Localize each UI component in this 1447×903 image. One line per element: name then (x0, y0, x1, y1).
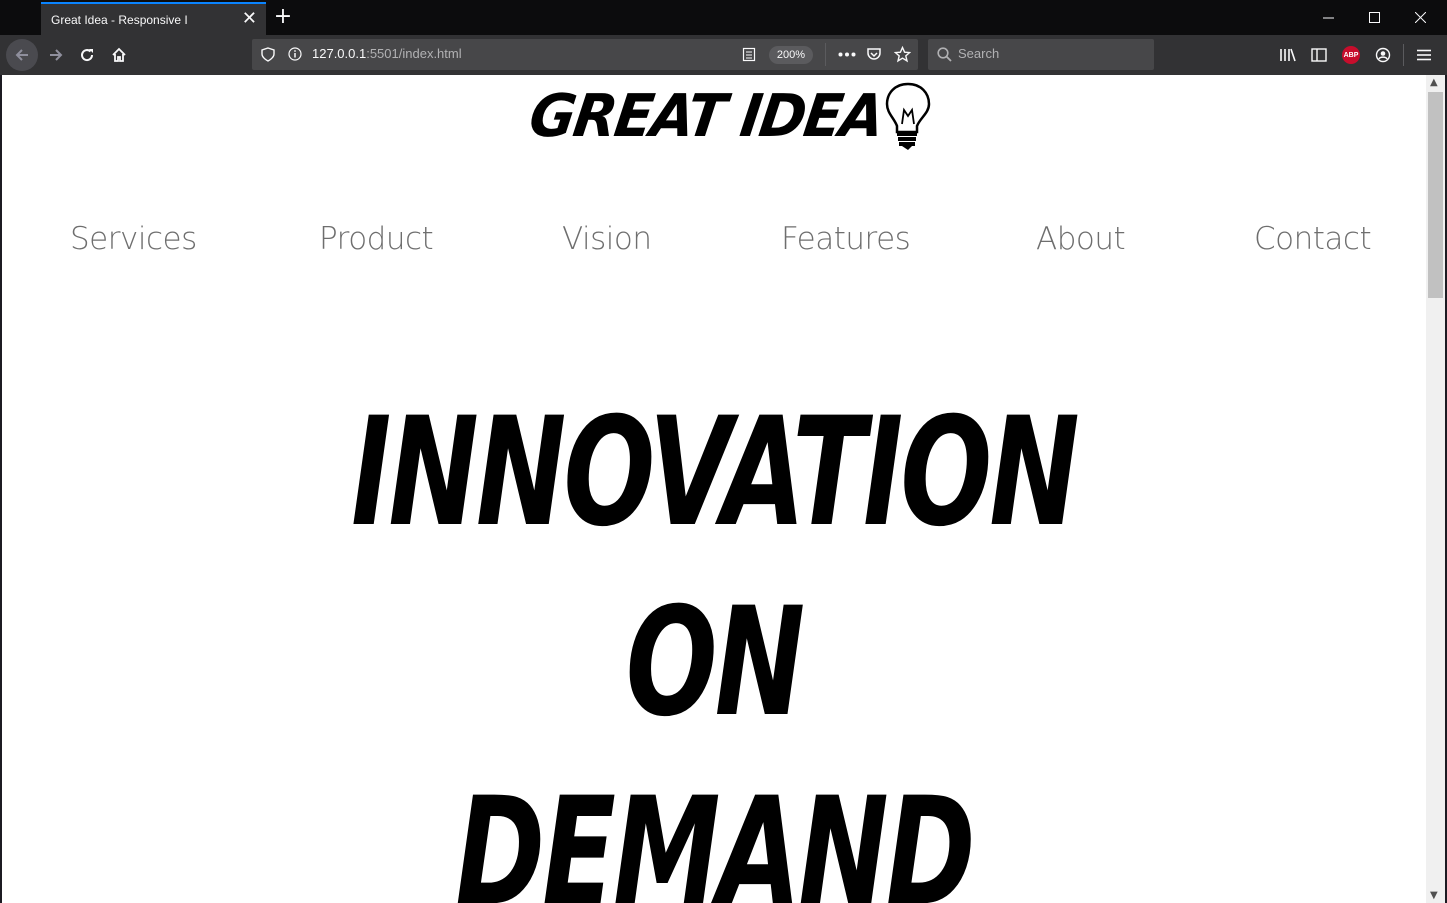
navigation-toolbar: 127.0.0.1:5501/index.html 200% Search AB… (0, 35, 1447, 75)
page-viewport: GREAT IDEA Services Product Vision Featu… (2, 75, 1426, 903)
search-placeholder: Search (958, 46, 1000, 61)
account-icon[interactable] (1367, 39, 1399, 71)
reload-icon[interactable] (71, 39, 103, 71)
main-nav: Services Product Vision Features About C… (2, 215, 1426, 265)
hero-line-1: INNOVATION (351, 386, 1080, 560)
page-actions-menu-icon[interactable] (838, 52, 856, 57)
minimize-window-icon[interactable] (1305, 0, 1351, 35)
urlbar-divider (825, 43, 826, 66)
back-icon[interactable] (6, 39, 38, 71)
forward-icon[interactable] (40, 39, 72, 71)
scroll-down-arrow-icon[interactable]: ▼ (1430, 890, 1438, 901)
pocket-icon[interactable] (866, 46, 882, 62)
search-icon (937, 47, 952, 62)
new-tab-icon[interactable]: + (272, 4, 294, 30)
hamburger-menu-icon[interactable] (1408, 39, 1440, 71)
title-bar: Great Idea - Responsive I ✕ + (0, 0, 1447, 35)
url-text[interactable]: 127.0.0.1:5501/index.html (312, 46, 462, 61)
bookmark-star-icon[interactable] (894, 46, 911, 63)
toolbar-divider (1403, 44, 1404, 66)
zoom-level-badge[interactable]: 200% (769, 46, 813, 64)
scrollbar-thumb[interactable] (1428, 92, 1443, 298)
site-info-icon[interactable] (288, 47, 302, 61)
close-tab-icon[interactable]: ✕ (242, 10, 257, 28)
adblock-plus-icon[interactable]: ABP (1335, 39, 1367, 71)
lightbulb-icon (885, 82, 931, 150)
nav-link-vision[interactable]: Vision (562, 221, 652, 257)
address-bar[interactable]: 127.0.0.1:5501/index.html 200% (252, 39, 918, 70)
site-logo[interactable]: GREAT IDEA (525, 81, 934, 151)
nav-link-contact[interactable]: Contact (1254, 221, 1372, 257)
nav-link-features[interactable]: Features (781, 221, 911, 257)
scroll-up-arrow-icon[interactable]: ▲ (1430, 77, 1438, 88)
logo-text: GREAT IDEA (525, 81, 887, 151)
vertical-scrollbar[interactable]: ▲ ▼ (1426, 75, 1445, 903)
browser-tab[interactable]: Great Idea - Responsive I ✕ (41, 2, 266, 35)
tab-title: Great Idea - Responsive I (51, 12, 188, 27)
hero-line-2: ON (625, 576, 805, 750)
hero-line-3: DEMAND (455, 766, 975, 903)
reader-view-icon[interactable] (742, 47, 756, 62)
library-icon[interactable] (1272, 39, 1304, 71)
search-box[interactable]: Search (928, 39, 1154, 70)
nav-link-services[interactable]: Services (70, 221, 197, 257)
maximize-window-icon[interactable] (1351, 0, 1397, 35)
home-icon[interactable] (103, 39, 135, 71)
tracking-protection-shield-icon[interactable] (261, 47, 275, 62)
nav-link-product[interactable]: Product (319, 221, 434, 257)
close-window-icon[interactable] (1397, 0, 1443, 35)
nav-link-about[interactable]: About (1036, 221, 1126, 257)
adblock-plus-label: ABP (1342, 46, 1360, 64)
sidebar-toggle-icon[interactable] (1303, 39, 1335, 71)
